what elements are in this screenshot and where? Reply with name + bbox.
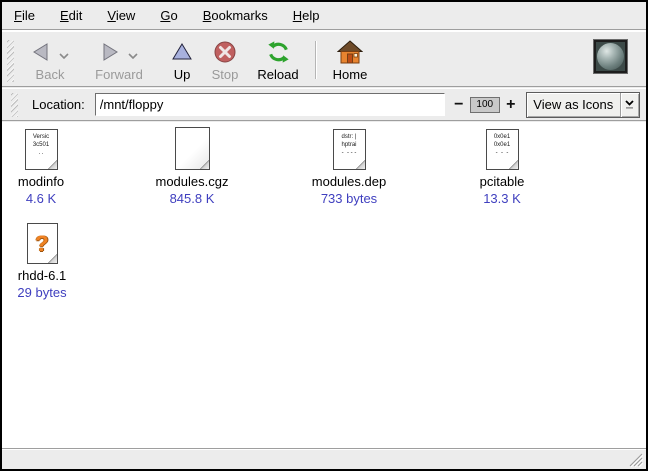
- up-button[interactable]: Up: [165, 39, 199, 82]
- zoom-level-indicator[interactable]: 100: [470, 97, 500, 113]
- file-preview-line: 3c501: [33, 141, 49, 149]
- file-preview-line: hptrai: [341, 141, 356, 149]
- icon-view-pane[interactable]: Versic 3c501 . . modinfo 4.6 K modules.c…: [2, 122, 646, 448]
- view-mode-arrow[interactable]: [620, 93, 639, 117]
- file-preview-line: - - -: [496, 149, 509, 157]
- menu-view[interactable]: View: [105, 5, 137, 26]
- forward-icon: [100, 42, 120, 62]
- zoom-out-button[interactable]: −: [453, 96, 465, 114]
- dropdown-arrow-icon: [624, 99, 635, 110]
- file-name: rhdd-6.1: [18, 268, 66, 283]
- file-icon: [175, 127, 210, 170]
- file-preview-line: dstr: |: [342, 133, 357, 141]
- location-bar-drag-handle[interactable]: [11, 93, 18, 117]
- file-preview-line: 0x0e1: [494, 133, 510, 141]
- file-item-modules-dep[interactable]: dstr: | hptrai - - - - modules.dep 733 b…: [303, 129, 395, 206]
- throbber-icon: [593, 39, 628, 74]
- menu-edit[interactable]: Edit: [58, 5, 84, 26]
- stop-label: Stop: [212, 67, 239, 82]
- page-fold: [355, 159, 366, 170]
- view-mode-dropdown[interactable]: View as Icons: [526, 92, 640, 118]
- view-mode-label: View as Icons: [527, 97, 620, 112]
- file-name: pcitable: [480, 174, 525, 189]
- toolbar: Back Forward Up: [2, 31, 646, 87]
- up-icon: [172, 43, 192, 61]
- home-label: Home: [333, 67, 368, 82]
- forward-label: Forward: [95, 67, 143, 82]
- file-name: modinfo: [18, 174, 64, 189]
- file-item-pcitable[interactable]: 0x0e1 0x0e1 - - - pcitable 13.3 K: [459, 129, 545, 206]
- home-icon: [337, 40, 363, 64]
- file-preview-line: 0x0e1: [494, 141, 510, 149]
- file-item-modules-cgz[interactable]: modules.cgz 845.8 K: [148, 127, 236, 206]
- location-bar: Location: − 100 + View as Icons: [2, 88, 646, 121]
- location-label: Location:: [32, 97, 85, 112]
- file-size: 845.8 K: [170, 191, 215, 206]
- back-button[interactable]: Back: [21, 39, 79, 82]
- page-fold: [47, 253, 58, 264]
- toolbar-separator: [315, 41, 316, 79]
- file-name: modules.dep: [312, 174, 386, 189]
- file-size: 29 bytes: [17, 285, 66, 300]
- resize-grip-icon[interactable]: [628, 452, 643, 467]
- menu-bookmarks[interactable]: Bookmarks: [201, 5, 270, 26]
- file-preview-line: . .: [38, 149, 43, 157]
- text-file-icon: 0x0e1 0x0e1 - - -: [486, 129, 519, 170]
- page-fold: [47, 159, 58, 170]
- toolbar-drag-handle[interactable]: [7, 40, 14, 82]
- stop-button[interactable]: Stop: [204, 39, 246, 82]
- file-item-rhdd[interactable]: ? rhdd-6.1 29 bytes: [9, 223, 75, 300]
- menu-help[interactable]: Help: [291, 5, 322, 26]
- file-manager-window: File Edit View Go Bookmarks Help Back: [0, 0, 648, 471]
- file-size: 733 bytes: [321, 191, 377, 206]
- reload-button[interactable]: Reload: [251, 39, 305, 82]
- menu-file[interactable]: File: [12, 5, 37, 26]
- home-button[interactable]: Home: [326, 39, 374, 82]
- reload-icon: [266, 40, 291, 64]
- text-file-icon: dstr: | hptrai - - - -: [333, 129, 366, 170]
- file-size: 13.3 K: [483, 191, 521, 206]
- menu-go[interactable]: Go: [158, 5, 179, 26]
- stop-icon: [214, 41, 236, 63]
- back-label: Back: [36, 67, 65, 82]
- forward-dropdown-chevron-icon[interactable]: [128, 53, 138, 59]
- back-dropdown-chevron-icon[interactable]: [59, 53, 69, 59]
- page-fold: [508, 159, 519, 170]
- text-file-icon: Versic 3c501 . .: [25, 129, 58, 170]
- menu-bar: File Edit View Go Bookmarks Help: [2, 2, 646, 30]
- file-name: modules.cgz: [156, 174, 229, 189]
- status-bar: [2, 448, 646, 469]
- location-input[interactable]: [95, 93, 445, 116]
- file-item-modinfo[interactable]: Versic 3c501 . . modinfo 4.6 K: [8, 129, 74, 206]
- page-fold: [199, 159, 210, 170]
- back-icon: [31, 42, 51, 62]
- forward-button[interactable]: Forward: [85, 39, 153, 82]
- file-size: 4.6 K: [26, 191, 56, 206]
- file-preview-line: - - - -: [342, 149, 357, 157]
- zoom-in-button[interactable]: +: [505, 96, 517, 114]
- reload-label: Reload: [257, 67, 298, 82]
- up-label: Up: [174, 67, 191, 82]
- unknown-file-icon: ?: [27, 223, 58, 264]
- file-preview-line: Versic: [33, 133, 49, 141]
